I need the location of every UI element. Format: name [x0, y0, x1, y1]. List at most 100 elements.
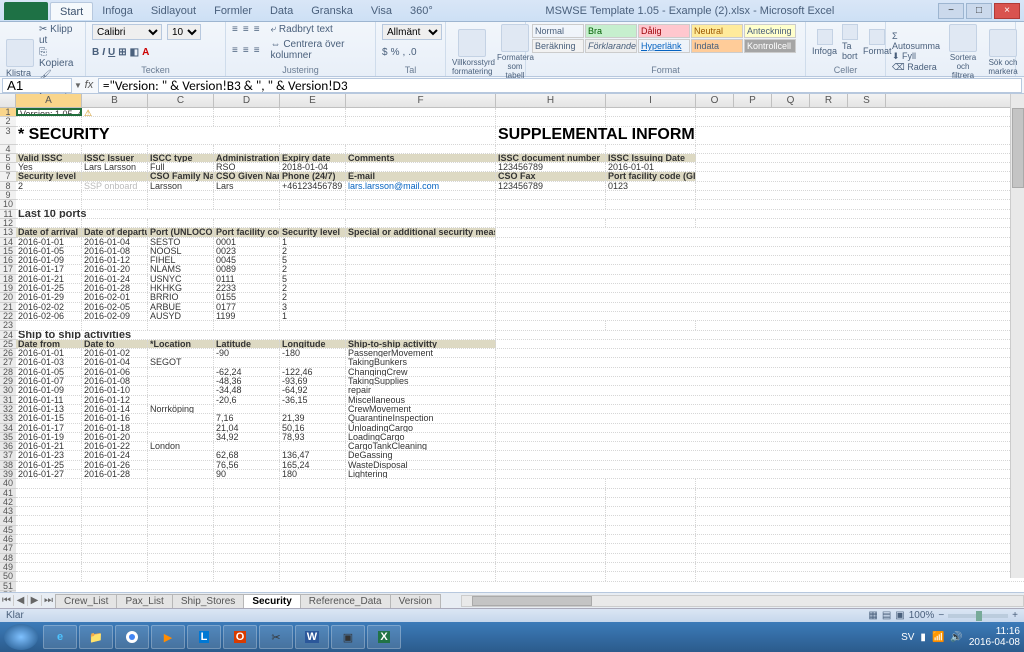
cell[interactable]: -64,92	[280, 386, 346, 394]
cell[interactable]	[280, 442, 346, 450]
file-menu[interactable]	[4, 2, 48, 20]
cell[interactable]: TakingBunkers	[346, 358, 496, 366]
ribbon-tab-visa[interactable]: Visa	[362, 2, 401, 20]
cell[interactable]: 2016-02-09	[82, 312, 148, 320]
cell[interactable]	[214, 535, 280, 543]
cell[interactable]	[82, 219, 148, 227]
cell[interactable]	[280, 219, 346, 227]
copy-button[interactable]: ⎘ Kopiera	[39, 47, 79, 69]
ribbon-tab-sidlayout[interactable]: Sidlayout	[142, 2, 205, 20]
cell[interactable]	[606, 498, 696, 506]
cell[interactable]: 50,16	[280, 424, 346, 432]
sheet-tab-ship_stores[interactable]: Ship_Stores	[172, 594, 244, 608]
cell[interactable]: ChangingCrew	[346, 368, 496, 376]
cell[interactable]	[214, 516, 280, 524]
cell[interactable]	[148, 572, 214, 580]
cell[interactable]: Lightering	[346, 470, 496, 478]
tab-nav-first[interactable]: ⏮	[0, 595, 14, 606]
cell[interactable]	[346, 554, 496, 562]
cell[interactable]: 2016-02-06	[16, 312, 82, 320]
cell[interactable]: -122,46	[280, 368, 346, 376]
cell[interactable]: 0177	[214, 303, 280, 311]
wrap-text-button[interactable]: ⤶ Radbryt text	[271, 24, 333, 35]
formula-input[interactable]	[98, 78, 1022, 93]
cell[interactable]	[148, 414, 214, 422]
ribbon-tab-360°[interactable]: 360°	[401, 2, 442, 20]
cell[interactable]	[496, 108, 606, 116]
vertical-scrollbar[interactable]	[1010, 108, 1024, 578]
fill-color-button[interactable]: ◧	[130, 47, 139, 58]
col-header-S[interactable]: S	[848, 94, 886, 107]
cell[interactable]	[16, 563, 82, 571]
cell[interactable]	[148, 461, 214, 469]
tray-lang[interactable]: SV	[901, 632, 914, 643]
cell[interactable]	[346, 265, 496, 273]
cell[interactable]	[280, 358, 346, 366]
cell[interactable]: Full	[148, 163, 214, 171]
cell[interactable]	[606, 516, 696, 524]
sort-filter-icon[interactable]	[949, 24, 977, 52]
cell[interactable]	[16, 535, 82, 543]
cell[interactable]	[148, 470, 214, 478]
cell[interactable]	[606, 117, 696, 125]
insert-cells-icon[interactable]	[817, 29, 833, 45]
bold-button[interactable]: B	[92, 47, 99, 58]
cell[interactable]	[280, 563, 346, 571]
close-button[interactable]: ×	[994, 3, 1020, 19]
taskbar-excel-icon[interactable]: X	[367, 625, 401, 649]
cell[interactable]: SESTO	[148, 238, 214, 246]
cell[interactable]	[214, 117, 280, 125]
cell[interactable]: BRRIO	[148, 293, 214, 301]
cell[interactable]	[280, 572, 346, 580]
cell[interactable]: LoadingCargo	[346, 433, 496, 441]
cell[interactable]	[280, 526, 346, 534]
cell[interactable]: 2016-01-09	[16, 256, 82, 264]
cell[interactable]: USNYC	[148, 275, 214, 283]
cell[interactable]	[148, 554, 214, 562]
cell[interactable]	[16, 516, 82, 524]
cell[interactable]	[214, 563, 280, 571]
cell[interactable]	[148, 108, 214, 116]
view-layout-icon[interactable]: ▤	[882, 610, 891, 621]
cell[interactable]	[214, 526, 280, 534]
cell[interactable]: FIHEL	[148, 256, 214, 264]
cell[interactable]: CrewMovement	[346, 405, 496, 413]
cell[interactable]	[346, 247, 496, 255]
cell[interactable]: CargoTankCleaning	[346, 442, 496, 450]
cell[interactable]: Lars Larsson	[82, 163, 148, 171]
align-mid-button[interactable]: ≡	[243, 24, 249, 35]
col-header-F[interactable]: F	[346, 94, 496, 107]
cell[interactable]: 2016-01-05	[16, 247, 82, 255]
cell[interactable]: 1	[280, 238, 346, 246]
cell[interactable]: TakingSupplies	[346, 377, 496, 385]
cell[interactable]: 0123	[606, 182, 696, 190]
cell[interactable]: 2016-01-25	[16, 284, 82, 292]
ribbon-tab-data[interactable]: Data	[261, 2, 302, 20]
cell[interactable]: 1199	[214, 312, 280, 320]
cell[interactable]: 3	[280, 303, 346, 311]
cell[interactable]: 2016-01-01	[606, 163, 696, 171]
cell[interactable]	[280, 535, 346, 543]
cell[interactable]	[16, 526, 82, 534]
sheet-tab-reference_data[interactable]: Reference_Data	[300, 594, 391, 608]
cell[interactable]: +46123456789	[280, 182, 346, 190]
cell[interactable]: 0045	[214, 256, 280, 264]
view-break-icon[interactable]: ▣	[895, 610, 904, 621]
namebox-dropdown-icon[interactable]: ▼	[74, 81, 82, 90]
cell[interactable]	[496, 321, 606, 329]
cell[interactable]	[346, 163, 496, 171]
taskbar-chrome-icon[interactable]	[115, 625, 149, 649]
cell[interactable]	[606, 191, 696, 199]
cell[interactable]: 2016-01-21	[16, 275, 82, 283]
cell[interactable]	[346, 200, 496, 208]
cell[interactable]	[148, 368, 214, 376]
cell[interactable]	[346, 507, 496, 515]
cell[interactable]: 2016-01-22	[82, 442, 148, 450]
cell[interactable]: Larsson	[148, 182, 214, 190]
cell[interactable]	[148, 433, 214, 441]
style-calc[interactable]: Beräkning	[532, 39, 584, 53]
cell[interactable]	[148, 200, 214, 208]
cell[interactable]	[148, 191, 214, 199]
cell[interactable]: 2	[280, 284, 346, 292]
cell[interactable]: 0089	[214, 265, 280, 273]
